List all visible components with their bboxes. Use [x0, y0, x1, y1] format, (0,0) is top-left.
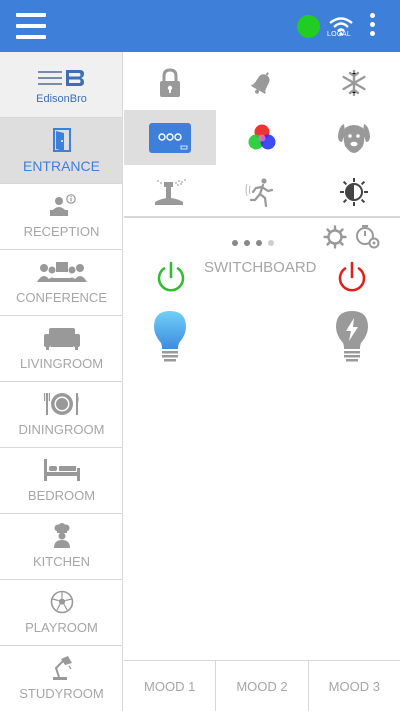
rgb-icon: [248, 124, 276, 149]
door-icon: [52, 128, 71, 152]
device-sprinkler[interactable]: [124, 164, 216, 219]
snowflake-icon: [342, 69, 366, 96]
bed-icon: [43, 459, 80, 481]
sidebar-item-label: DININGROOM: [18, 422, 105, 437]
dog-icon: [338, 123, 370, 153]
connection-mode-label: LOCAL: [327, 31, 351, 38]
sidebar-item-conference[interactable]: CONFERENCE: [0, 250, 122, 316]
lock-icon: [160, 67, 180, 97]
app: LOCAL EdisonBro ENTRANCE RECEPTION CONFE…: [0, 0, 400, 711]
desk-lamp-icon: [52, 656, 72, 680]
conference-icon: [36, 262, 87, 282]
device-ac[interactable]: [308, 55, 400, 110]
device-lock[interactable]: [124, 55, 216, 110]
sidebar-item-label: STUDYROOM: [19, 686, 104, 701]
top-bar: LOCAL: [0, 0, 400, 52]
sidebar-item-label: ENTRANCE: [22, 158, 100, 174]
motion-icon: [245, 177, 274, 207]
page-indicator: [232, 233, 280, 251]
mood-bar: MOOD 1 MOOD 2 MOOD 3: [124, 660, 400, 711]
bulb-off-icon[interactable]: [334, 310, 370, 364]
sidebar-item-label: RECEPTION: [23, 224, 100, 239]
sidebar-item-diningroom[interactable]: DININGROOM: [0, 382, 122, 448]
connection-status-indicator: [297, 15, 320, 38]
sidebar-item-label: KITCHEN: [32, 554, 91, 569]
sidebar-item-kitchen[interactable]: KITCHEN: [0, 514, 122, 580]
bell-icon: [251, 71, 270, 94]
sidebar-item-label: BEDROOM: [27, 488, 96, 503]
device-dimmer[interactable]: [308, 164, 400, 219]
dining-icon: [43, 393, 79, 415]
vertical-dots-icon[interactable]: [366, 13, 378, 39]
sidebar-item-studyroom[interactable]: STUDYROOM: [0, 646, 122, 711]
sidebar-item-reception[interactable]: RECEPTION: [0, 184, 122, 250]
sprinkler-icon: [155, 178, 186, 205]
timer-settings-icon[interactable]: [355, 224, 381, 250]
power-off-icon[interactable]: [335, 260, 369, 294]
switchboard-icon: [149, 122, 191, 153]
sidebar-item-label: LIVINGROOM: [19, 356, 104, 371]
settings-gear-icon[interactable]: [323, 225, 347, 249]
device-pet[interactable]: [308, 110, 400, 165]
sofa-icon: [43, 328, 80, 350]
sidebar-item-entrance[interactable]: ENTRANCE: [0, 118, 122, 184]
brand-logo-area: EdisonBro: [0, 52, 122, 118]
device-doorbell[interactable]: [216, 55, 308, 110]
hamburger-icon[interactable]: [16, 13, 46, 39]
bulb-on-icon[interactable]: [152, 310, 188, 364]
switchboard-title: SWITCHBOARD: [204, 259, 317, 276]
room-sidebar: EdisonBro ENTRANCE RECEPTION CONFERENCE …: [0, 52, 123, 711]
sidebar-item-bedroom[interactable]: BEDROOM: [0, 448, 122, 514]
power-on-icon[interactable]: [154, 260, 188, 294]
mood-2-button[interactable]: MOOD 2: [216, 661, 309, 711]
mood-1-button[interactable]: MOOD 1: [124, 661, 217, 711]
reception-desk-icon: [49, 194, 76, 216]
sidebar-item-playroom[interactable]: PLAYROOM: [0, 580, 122, 646]
chef-icon: [53, 523, 70, 548]
football-icon: [50, 590, 73, 614]
sidebar-item-livingroom[interactable]: LIVINGROOM: [0, 316, 122, 382]
device-rgb[interactable]: [216, 110, 308, 165]
sidebar-item-label: PLAYROOM: [25, 620, 98, 635]
sidebar-item-label: CONFERENCE: [15, 290, 107, 305]
device-type-grid: [124, 52, 400, 218]
dimmer-icon: [340, 177, 368, 206]
edisonbro-logo-icon: [38, 70, 84, 86]
brand-name: EdisonBro: [36, 93, 87, 105]
device-switchboard[interactable]: [124, 110, 216, 165]
mood-3-button[interactable]: MOOD 3: [309, 661, 400, 711]
device-motion-sensor[interactable]: [216, 164, 308, 219]
